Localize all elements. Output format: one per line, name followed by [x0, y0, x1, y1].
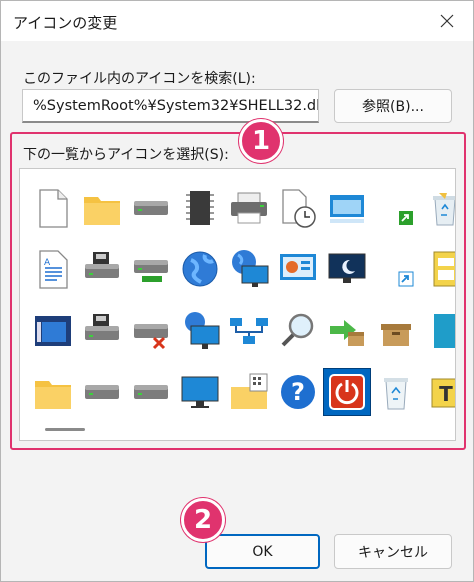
icon-option[interactable]	[28, 177, 77, 239]
icon-option[interactable]	[175, 239, 224, 301]
ok-button[interactable]: OK	[205, 534, 320, 569]
icon-option[interactable]	[77, 177, 126, 239]
shortcut-arrow-icon	[373, 185, 419, 231]
icon-option[interactable]	[175, 300, 224, 362]
memory-chip-icon	[177, 185, 223, 231]
text-document-icon: A	[30, 246, 76, 292]
svg-text:?: ?	[291, 378, 305, 406]
svg-text:A: A	[44, 258, 51, 268]
icon-option[interactable]	[420, 239, 455, 301]
icon-option[interactable]	[224, 239, 273, 301]
icon-option[interactable]	[273, 177, 322, 239]
globe-icon	[177, 246, 223, 292]
icon-option[interactable]	[126, 362, 175, 424]
floppy-drive-icon	[79, 246, 125, 292]
shortcut-arrow-small-icon	[373, 246, 419, 292]
folder-2-icon	[30, 369, 76, 415]
magnifier-icon	[275, 308, 321, 354]
drive-2-icon	[79, 369, 125, 415]
icon-option[interactable]	[420, 300, 455, 362]
recycle-bin-full-icon	[422, 185, 455, 231]
disconnected-drive-icon	[128, 308, 174, 354]
icon-option[interactable]	[273, 300, 322, 362]
icon-option[interactable]	[77, 362, 126, 424]
close-icon	[440, 14, 454, 28]
icon-option[interactable]	[322, 362, 371, 424]
sleep-monitor-icon	[324, 246, 370, 292]
icon-option[interactable]	[224, 177, 273, 239]
file-path-input[interactable]: %SystemRoot%¥System32¥SHELL32.dll	[22, 89, 319, 123]
icon-list[interactable]: A? T	[19, 168, 456, 441]
file-search-label: このファイル内のアイコンを検索(L):	[23, 71, 256, 87]
step-badge-1: 1	[239, 119, 283, 163]
network-globe-icon	[177, 308, 223, 354]
folder-icon	[79, 185, 125, 231]
step-badge-2: 2	[181, 498, 225, 542]
floppy-drive-2-icon	[79, 308, 125, 354]
icon-option[interactable]	[126, 239, 175, 301]
icon-option[interactable]	[371, 300, 420, 362]
icon-option[interactable]	[420, 177, 455, 239]
font-tools-icon: T	[422, 369, 455, 415]
icon-option[interactable]	[322, 177, 371, 239]
icon-option[interactable]	[224, 300, 273, 362]
icon-option[interactable]	[371, 239, 420, 301]
browse-button[interactable]: 参照(B)...	[334, 89, 452, 123]
icon-option[interactable]	[126, 300, 175, 362]
help-icon: ?	[275, 369, 321, 415]
icon-option[interactable]	[224, 362, 273, 424]
title-bar: アイコンの変更	[1, 1, 473, 41]
icon-option[interactable]	[371, 177, 420, 239]
svg-text:T: T	[439, 382, 453, 406]
icon-option[interactable]	[28, 362, 77, 424]
printer-icon	[226, 185, 272, 231]
icon-option[interactable]	[175, 177, 224, 239]
icon-option[interactable]	[28, 300, 77, 362]
icon-option[interactable]	[175, 362, 224, 424]
drive-icon	[128, 185, 174, 231]
notepad-icon	[422, 246, 455, 292]
icon-option[interactable]	[322, 300, 371, 362]
change-icon-dialog: アイコンの変更 このファイル内のアイコンを検索(L): %SystemRoot%…	[0, 0, 474, 582]
window-shortcut-icon	[324, 185, 370, 231]
icon-option[interactable]	[77, 300, 126, 362]
horizontal-scrollbar[interactable]	[45, 428, 85, 431]
control-panel-icon	[275, 246, 321, 292]
teal-panel-icon	[422, 308, 455, 354]
icon-option[interactable]: ?	[273, 362, 322, 424]
icon-option[interactable]	[322, 239, 371, 301]
cd-drive-icon	[128, 369, 174, 415]
icon-option[interactable]: A	[28, 239, 77, 301]
close-button[interactable]	[435, 9, 459, 33]
power-icon	[322, 368, 371, 417]
icon-grid: A? T	[28, 177, 455, 424]
icon-option[interactable]	[77, 239, 126, 301]
icon-option[interactable]	[273, 239, 322, 301]
monitor-icon	[177, 369, 223, 415]
blank-document-icon	[30, 185, 76, 231]
globe-computer-icon	[226, 246, 272, 292]
network-drive-icon	[128, 246, 174, 292]
cancel-button[interactable]: キャンセル	[334, 534, 452, 569]
recycle-bin-empty-icon	[373, 369, 419, 415]
network-nodes-icon	[226, 308, 272, 354]
icon-list-label: 下の一覧からアイコンを選択(S):	[23, 147, 229, 163]
window-title: アイコンの変更	[13, 14, 118, 32]
clock-document-icon	[275, 185, 321, 231]
icon-option[interactable]: T	[420, 362, 455, 424]
folder-grid-icon	[226, 369, 272, 415]
window-app-icon	[30, 308, 76, 354]
box-icon	[373, 308, 419, 354]
move-to-box-icon	[324, 308, 370, 354]
icon-option[interactable]	[371, 362, 420, 424]
icon-option[interactable]	[126, 177, 175, 239]
